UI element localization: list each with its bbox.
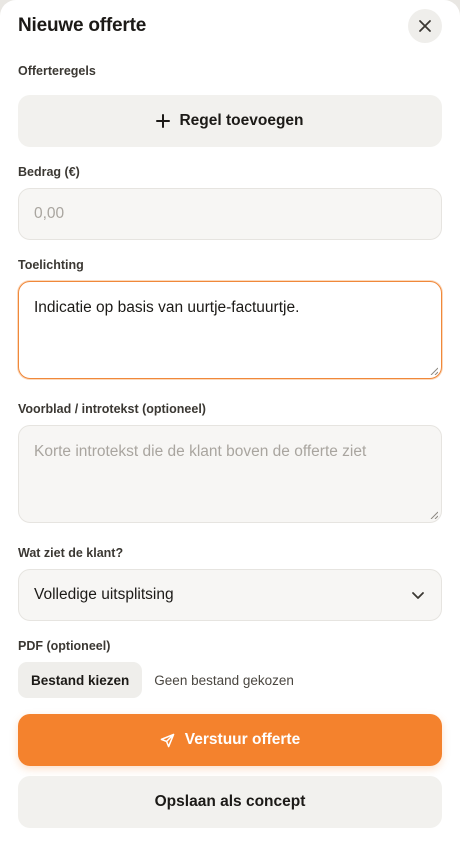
visibility-label: Wat ziet de klant?: [18, 546, 124, 560]
save-draft-button[interactable]: Opslaan als concept: [18, 776, 442, 828]
visibility-selected-value: Volledige uitsplitsing: [34, 586, 174, 603]
quote-lines-label: Offerteregels: [18, 64, 96, 78]
amount-input[interactable]: [18, 188, 442, 240]
send-quote-label: Verstuur offerte: [184, 731, 301, 748]
close-icon: [419, 20, 431, 32]
add-line-button[interactable]: Regel toevoegen: [18, 95, 442, 147]
add-line-label: Regel toevoegen: [179, 112, 304, 129]
note-label: Toelichting: [18, 258, 84, 272]
file-status-text: Geen bestand gekozen: [154, 672, 294, 688]
modal-title: Nieuwe offerte: [18, 15, 147, 36]
choose-file-button[interactable]: Bestand kiezen: [18, 662, 143, 698]
visibility-select[interactable]: Volledige uitsplitsing: [18, 569, 442, 621]
intro-textarea[interactable]: [18, 425, 442, 523]
close-button[interactable]: [408, 9, 442, 43]
send-icon: [160, 733, 175, 747]
pdf-label: PDF (optioneel): [18, 639, 111, 653]
pdf-file-picker: Bestand kiezen Geen bestand gekozen: [18, 662, 294, 698]
modal-header: Nieuwe offerte: [18, 9, 442, 43]
plus-icon: [156, 114, 171, 128]
new-quote-modal: Nieuwe offerte Offerteregels Regel toevo…: [0, 0, 460, 849]
chevron-down-icon: [412, 592, 424, 599]
note-textarea[interactable]: [18, 281, 442, 379]
amount-label: Bedrag (€): [18, 165, 80, 179]
intro-label: Voorblad / introtekst (optioneel): [18, 402, 206, 416]
intro-field-wrapper: [0, 425, 460, 523]
send-quote-button[interactable]: Verstuur offerte: [18, 714, 442, 766]
note-field-wrapper: [0, 281, 460, 379]
